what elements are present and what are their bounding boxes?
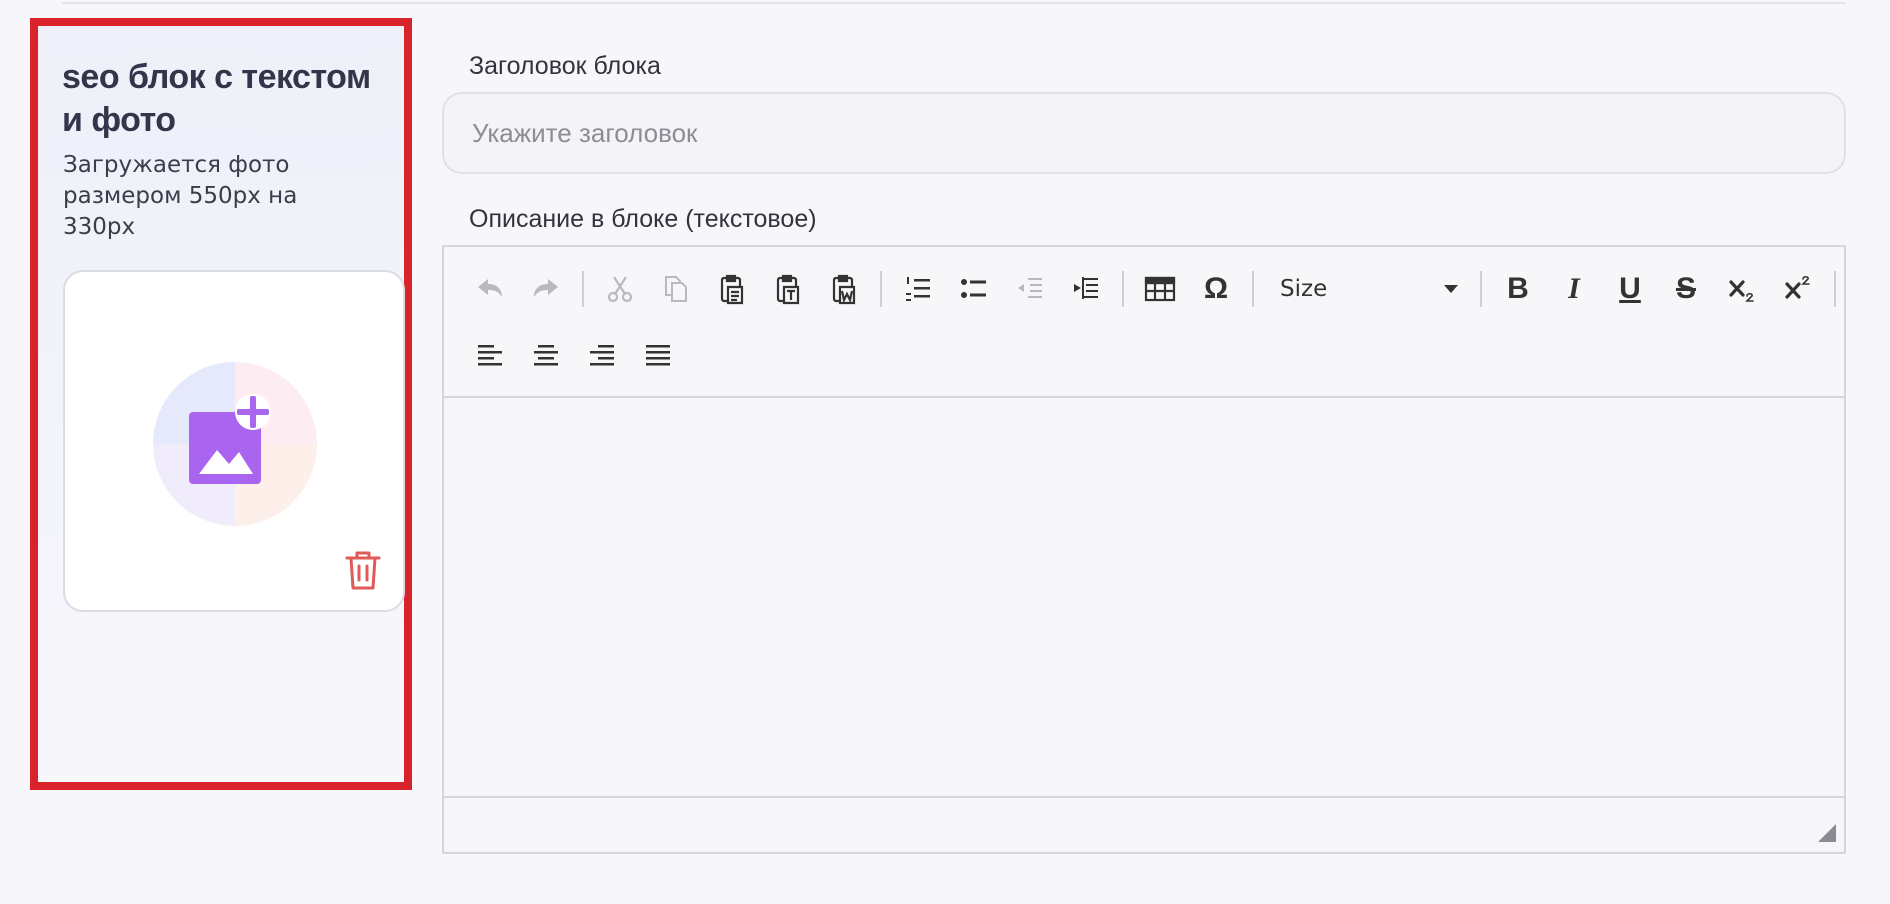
insert-table-button[interactable] (1134, 263, 1186, 315)
block-card: seo блок с текстом и фото Загружается фо… (30, 18, 412, 790)
redo-button[interactable] (520, 263, 572, 315)
paste-word-button[interactable] (818, 263, 870, 315)
align-center-button[interactable] (520, 330, 572, 382)
toolbar-separator (1480, 271, 1482, 307)
paste-text-icon (776, 274, 800, 305)
align-left-button[interactable] (464, 330, 516, 382)
toolbar-separator (1252, 271, 1254, 307)
italic-icon: I (1568, 272, 1580, 305)
editor-content-area[interactable] (444, 398, 1844, 799)
numbered-list-button[interactable] (892, 263, 944, 315)
toolbar-row-2 (464, 328, 688, 384)
paste-word-icon (832, 274, 856, 305)
numbered-list-icon (906, 277, 930, 301)
rich-text-editor: Ω Size B I U S (442, 245, 1846, 854)
omega-icon: Ω (1203, 272, 1229, 305)
block-title: seo блок с текстом и фото (62, 58, 371, 139)
strikethrough-button[interactable]: S (1660, 263, 1712, 315)
font-size-select-value: Size (1280, 276, 1328, 302)
font-size-select[interactable]: Size (1264, 267, 1470, 311)
table-icon (1144, 276, 1176, 302)
subscript-icon (1729, 280, 1754, 302)
photo-upload-area[interactable] (63, 270, 405, 612)
bold-icon: B (1507, 272, 1529, 305)
add-image-icon (153, 362, 317, 526)
resize-handle-icon[interactable] (1818, 824, 1836, 842)
block-description: Загружается фото размером 550px на 330px (63, 152, 298, 240)
special-char-button[interactable]: Ω (1190, 263, 1242, 315)
strikethrough-icon: S (1675, 272, 1696, 305)
toolbar-separator (1834, 271, 1836, 307)
trash-icon[interactable] (343, 548, 383, 592)
undo-icon (478, 279, 502, 297)
editor-statusbar (444, 796, 1844, 852)
toolbar-row-1: Ω Size B I U S (464, 261, 1846, 317)
underline-icon: U (1619, 272, 1641, 305)
undo-button[interactable] (464, 263, 516, 315)
align-justify-icon (646, 345, 670, 366)
cut-button[interactable] (594, 263, 646, 315)
align-right-icon (590, 345, 614, 366)
bullet-list-button[interactable] (948, 263, 1000, 315)
indent-icon (1074, 277, 1098, 299)
toolbar-separator (1122, 271, 1124, 307)
paste-button[interactable] (706, 263, 758, 315)
align-justify-button[interactable] (632, 330, 684, 382)
superscript-button[interactable] (1772, 263, 1824, 315)
copy-icon (665, 276, 687, 302)
paste-icon (720, 274, 744, 305)
outdent-button[interactable] (1004, 263, 1056, 315)
redo-icon (534, 279, 558, 297)
title-field-label: Заголовок блока (469, 52, 661, 80)
align-right-button[interactable] (576, 330, 628, 382)
chevron-down-icon (1444, 285, 1458, 293)
toolbar-separator (582, 271, 584, 307)
toolbar-separator (880, 271, 882, 307)
align-center-icon (534, 345, 558, 366)
description-field-label: Описание в блоке (текстовое) (469, 205, 817, 233)
bold-button[interactable]: B (1492, 263, 1544, 315)
italic-button[interactable]: I (1548, 263, 1600, 315)
copy-button[interactable] (650, 263, 702, 315)
title-input[interactable] (442, 92, 1846, 174)
paste-text-button[interactable] (762, 263, 814, 315)
subscript-button[interactable] (1716, 263, 1768, 315)
outdent-icon (1018, 278, 1042, 298)
underline-button[interactable]: U (1604, 263, 1656, 315)
top-divider (62, 2, 1846, 4)
editor-toolbar: Ω Size B I U S (444, 247, 1844, 398)
indent-button[interactable] (1060, 263, 1112, 315)
superscript-icon (1785, 275, 1810, 299)
scissors-icon (607, 276, 633, 303)
align-left-icon (478, 345, 502, 366)
bullet-list-icon (961, 279, 986, 298)
